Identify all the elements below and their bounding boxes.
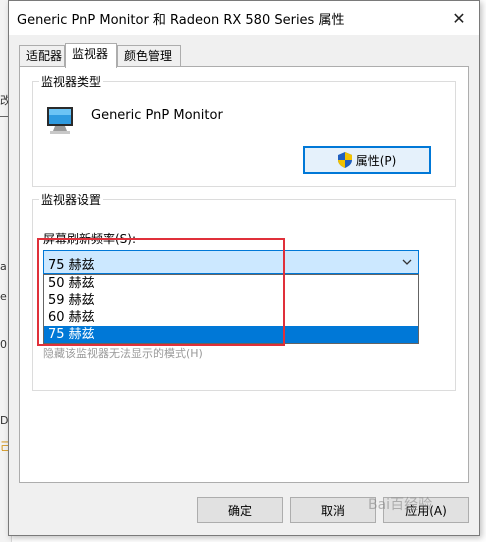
- window-title: Generic PnP Monitor 和 Radeon RX 580 Seri…: [17, 13, 345, 28]
- close-button[interactable]: ✕: [445, 5, 473, 31]
- monitor-type-title: 监视器类型: [39, 73, 104, 90]
- refresh-option-59[interactable]: 59 赫兹: [44, 292, 418, 309]
- properties-button[interactable]: 属性(P): [303, 146, 431, 174]
- monitor-name: Generic PnP Monitor: [91, 108, 223, 123]
- hide-modes-checkbox-label[interactable]: 隐藏该监视器无法显示的模式(H): [43, 345, 203, 361]
- refresh-rate-value: 75 赫兹: [48, 258, 95, 273]
- title-bar[interactable]: Generic PnP Monitor 和 Radeon RX 580 Seri…: [9, 1, 479, 35]
- refresh-option-75[interactable]: 75 赫兹: [44, 326, 418, 343]
- monitor-settings-group: 监视器设置 屏幕刷新频率(S): 隐藏该监视器无法显示的模式(H) 75 赫兹 …: [32, 191, 456, 391]
- apply-button[interactable]: 应用(A): [383, 497, 469, 523]
- chevron-down-icon: [402, 259, 412, 265]
- ok-button[interactable]: 确定: [197, 497, 283, 523]
- monitor-type-group: 监视器类型 Generic PnP Monitor 属性(P): [32, 73, 456, 187]
- tab-color-management[interactable]: 颜色管理: [117, 45, 181, 67]
- monitor-settings-title: 监视器设置: [39, 191, 104, 208]
- close-icon: ✕: [452, 8, 466, 28]
- cancel-button[interactable]: 取消: [290, 497, 376, 523]
- refresh-rate-select[interactable]: 75 赫兹: [43, 250, 419, 274]
- properties-dialog: Generic PnP Monitor 和 Radeon RX 580 Seri…: [8, 0, 480, 536]
- monitor-icon: [47, 107, 73, 134]
- tab-monitor[interactable]: 监视器: [65, 43, 117, 68]
- refresh-rate-label: 屏幕刷新频率(S):: [43, 232, 137, 246]
- properties-button-label: 属性(P): [355, 153, 397, 168]
- refresh-option-50[interactable]: 50 赫兹: [44, 275, 418, 292]
- tab-panel-monitor: 监视器类型 Generic PnP Monitor 属性(P) 监视器设置 屏幕…: [19, 66, 469, 483]
- refresh-rate-dropdown: 50 赫兹 59 赫兹 60 赫兹 75 赫兹: [43, 274, 419, 344]
- uac-shield-icon: [337, 152, 352, 168]
- tab-adapter[interactable]: 适配器: [19, 45, 65, 67]
- refresh-option-60[interactable]: 60 赫兹: [44, 309, 418, 326]
